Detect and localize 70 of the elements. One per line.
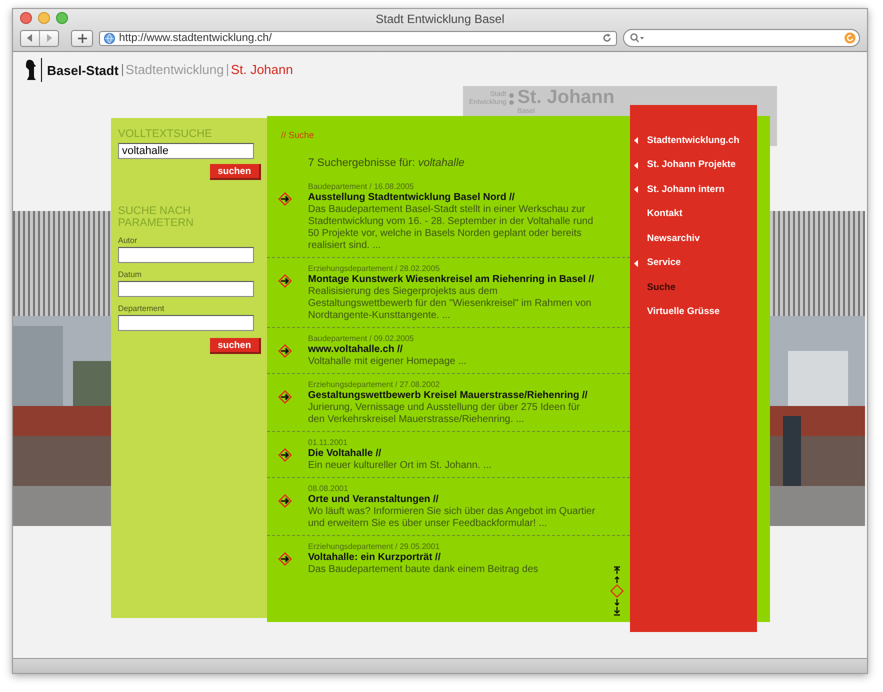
result-summary: 7 Suchergebnisse für: voltahalle [308,157,465,169]
arrow-icon[interactable] [278,274,292,288]
result-meta: Erziehungsdepartement / 29.05.2001 [308,542,441,552]
result-description: Ein neuer kultureller Ort im St. Johann. ... [308,460,492,472]
section-heading: SUCHE NACH PARAMETERN [118,205,195,229]
result-meta: Erziehungsdepartement / 27.08.2002 [308,380,441,390]
plus-icon[interactable] [78,34,86,42]
result-description: Realisisierung des Siegerprojekts aus dem Gestaltungswettbewerb für den "Wiesenkreisel" im Rahmen von Nordtangente-Kunsttangente. ... [308,286,592,322]
arrow-icon[interactable] [278,494,292,508]
scroll-down-icon[interactable] [614,598,620,606]
nav-link[interactable]: Suche [647,282,676,293]
nav-link[interactable]: St. Johann intern [647,184,725,195]
reload-icon[interactable] [602,33,612,43]
subsection-name: St. Johann [226,64,293,76]
result-description: Voltahalle mit eigener Homepage ... [308,356,468,368]
result-title[interactable]: Ausstellung Stadtentwicklung Basel Nord // [308,192,598,204]
back-icon[interactable] [26,34,34,42]
search-field[interactable] [623,29,860,47]
arrow-icon[interactable] [278,552,292,566]
breadcrumb[interactable]: // Suche [281,130,314,140]
arrow-icon[interactable] [278,390,292,404]
section-heading: VOLLTEXTSUCHE [118,128,213,140]
result-meta: 01.11.2001 [308,438,348,448]
input-field[interactable] [118,247,254,263]
result-description: Das Baudepartement Basel-Stadt stellt in einer Werkschau zur Stadtentwicklung vom 16. - 28. September in der Voltahalle rund 50 Projekte vor, welche in Basels Norden geplant oder bereits realisiert sind. ... [308,204,594,252]
input-field[interactable] [118,315,254,331]
scroll-bottom-icon[interactable] [613,606,621,616]
result-description: Das Baudepartement baute dank einem Beitrag des [308,564,540,576]
nav-link[interactable]: Kontakt [647,208,682,220]
scroll-top-icon[interactable] [613,566,621,575]
crest-icon [25,59,37,81]
zoom-icon[interactable] [56,12,68,24]
arrow-icon[interactable] [278,192,292,206]
arrow-icon[interactable] [278,448,292,462]
scroll-up-icon[interactable] [614,576,620,584]
nav-link[interactable]: Newsarchiv [647,232,700,244]
result-description: Jurierung, Vernissage und Ausstellung der über 275 Ideen für den Verkehrskreisel Mauerstrasse/Riehenring. ... [308,402,581,426]
result-title[interactable]: Orte und Veranstaltungen // [308,494,598,506]
result-title[interactable]: Die Voltahalle // [308,448,598,460]
result-meta: 08.08.2001 [308,484,350,494]
nav-link[interactable]: St. Johann Projekte [647,159,736,170]
result-meta: Erziehungsdepartement / 28.02.2005 [308,264,441,274]
search-icon [630,33,644,43]
result-title[interactable]: Voltahalle: ein Kurzporträt // [308,552,598,564]
globe-icon [104,32,115,44]
colon-icon [509,93,514,105]
nav-link[interactable]: Service [647,257,681,268]
add-bookmark-button[interactable] [71,30,93,46]
address-field[interactable]: http://www.stadtentwicklung.ch/ [99,30,617,46]
fulltext-field[interactable]: voltahalle [118,143,254,159]
result-title[interactable]: www.voltahalle.ch // [308,344,598,356]
nav-link[interactable]: Stadtentwicklung.ch [647,134,740,146]
field-label: Autor [118,236,138,245]
field-label: Datum [118,270,143,279]
search-button[interactable]: suchen [210,164,261,180]
section-name: Stadtentwicklung [122,64,224,76]
nav-link[interactable]: Virtuelle Grüsse [647,306,720,318]
search-button[interactable]: suchen [210,338,261,354]
close-icon[interactable] [20,12,32,24]
result-meta: Baudepartement / 16.08.2005 [308,182,415,192]
window-title: Stadt Entwicklung Basel [376,12,504,26]
arrow-icon[interactable] [278,344,292,358]
field-label: Departement [118,304,166,313]
result-title[interactable]: Montage Kunstwerk Wiesenkreisel am Riehenring in Basel // [308,274,598,286]
result-description: Wo läuft was? Informieren Sie sich über das Angebot im Quartier und erweitern Sie es über unser Feedbackformular! ... [308,506,596,530]
scroll-handle-icon[interactable] [610,584,624,598]
brand-name: Basel-Stadt [41,58,119,82]
result-meta: Baudepartement / 09.02.2005 [308,334,415,344]
input-field[interactable] [118,281,254,297]
result-title[interactable]: Gestaltungswettbewerb Kreisel Mauerstrasse/Riehenring // [308,390,598,402]
